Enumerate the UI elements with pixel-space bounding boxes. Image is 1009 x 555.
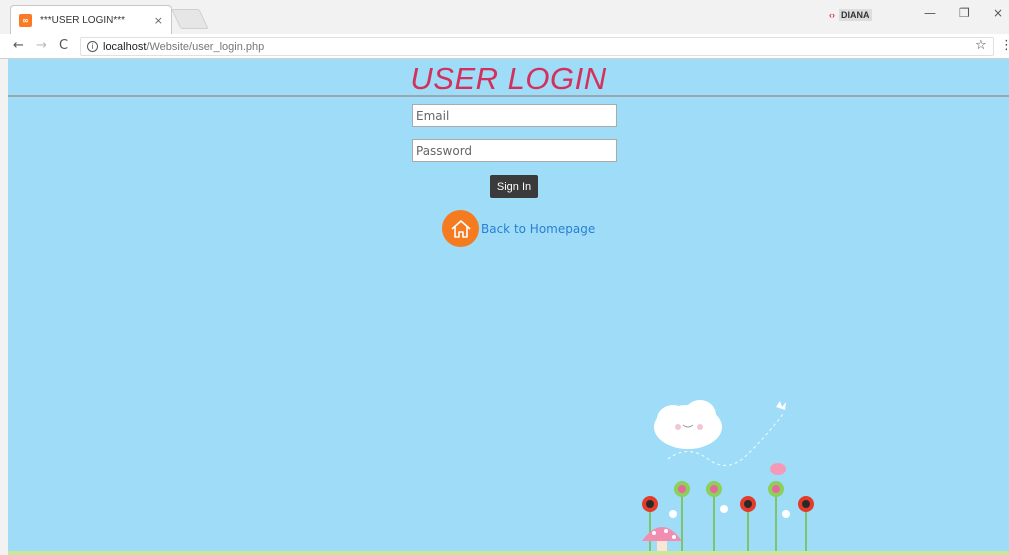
forward-arrow-icon[interactable]: →	[36, 38, 47, 53]
bookmark-star-icon[interactable]: ☆	[975, 38, 987, 53]
browser-menu-icon[interactable]: ⋮	[1000, 38, 1009, 53]
tab-title: ***USER LOGIN***	[40, 14, 126, 26]
password-field[interactable]	[412, 139, 617, 162]
new-tab-button[interactable]	[171, 9, 209, 29]
back-arrow-icon[interactable]: ←	[13, 38, 24, 53]
page-header: USER LOGIN	[8, 59, 1009, 97]
home-icon[interactable]	[442, 210, 479, 247]
back-link-label[interactable]: Back to Homepage	[481, 222, 595, 236]
ground-strip	[8, 551, 1009, 555]
window-close-icon[interactable]: ×	[993, 6, 1003, 20]
page-viewport: USER LOGIN Sign In Back to Homepage	[8, 59, 1009, 555]
garden-illustration	[642, 400, 814, 555]
email-field[interactable]	[412, 104, 617, 127]
restore-icon[interactable]: ❐	[959, 6, 970, 20]
back-to-homepage-link[interactable]: Back to Homepage	[442, 210, 595, 247]
page-title: USER LOGIN	[410, 61, 607, 96]
browser-tab[interactable]: ∞ ***USER LOGIN*** ×	[10, 5, 172, 34]
url-host: localhost	[103, 40, 147, 53]
info-icon[interactable]: i	[87, 41, 98, 52]
tab-close-icon[interactable]: ×	[154, 14, 163, 27]
mushroom-icon	[642, 527, 682, 553]
cloud-icon	[654, 400, 722, 449]
profile-badge[interactable]: ‹› DIANA	[829, 9, 872, 21]
profile-icon: ‹›	[829, 10, 835, 20]
flower-icons	[642, 481, 814, 518]
bird-icon	[770, 463, 786, 475]
reload-icon[interactable]: C	[59, 38, 68, 53]
tab-strip: ∞ ***USER LOGIN*** × ‹› DIANA — ❐ ×	[0, 0, 1009, 34]
xampp-favicon-icon: ∞	[19, 13, 32, 27]
address-toolbar: ← → C i localhost /Website/user_login.ph…	[0, 34, 1009, 59]
butterfly-icon	[776, 401, 786, 410]
profile-name: DIANA	[839, 9, 872, 21]
minimize-icon[interactable]: —	[924, 6, 936, 20]
url-field[interactable]: i localhost /Website/user_login.php	[80, 37, 994, 56]
sign-in-button[interactable]: Sign In	[490, 175, 538, 198]
url-path: /Website/user_login.php	[146, 40, 265, 53]
